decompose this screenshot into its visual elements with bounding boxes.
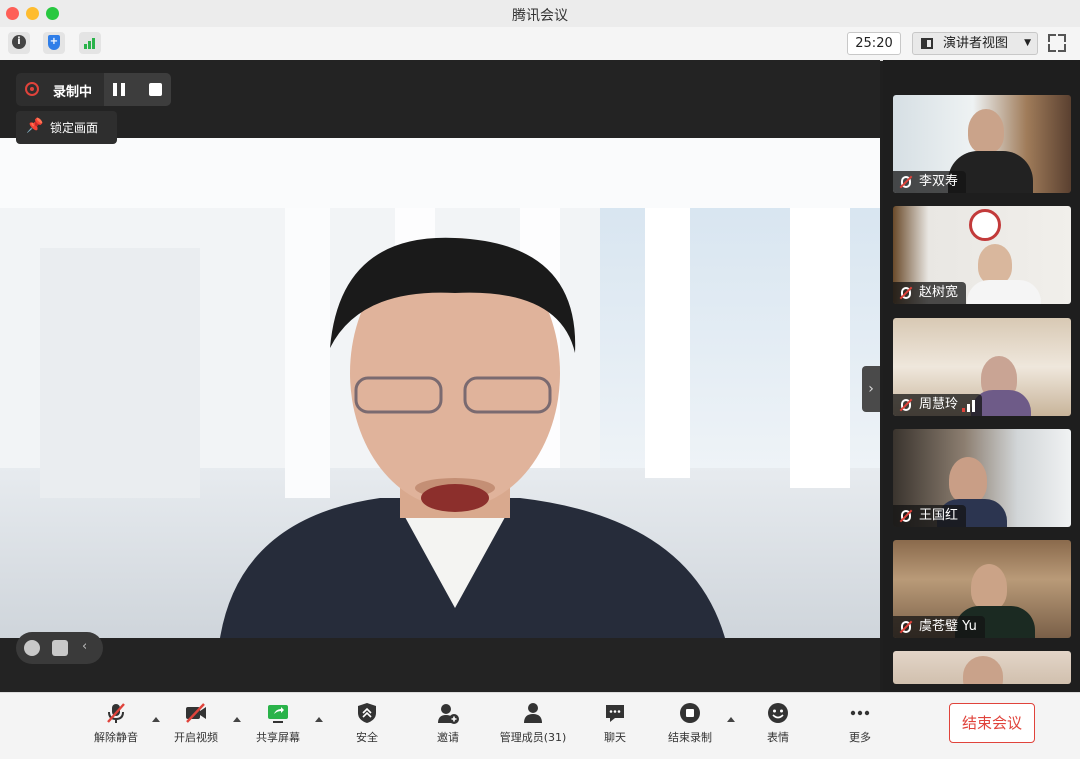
participant-name: 赵树宽 — [893, 282, 967, 304]
mic-muted-icon — [901, 176, 911, 188]
pause-icon[interactable] — [113, 83, 125, 96]
layout-icon — [921, 38, 933, 49]
reactions-button[interactable]: 表情 — [743, 693, 813, 759]
chat-icon — [606, 705, 624, 722]
video-options-caret[interactable] — [233, 717, 241, 722]
mic-muted-icon — [107, 703, 125, 723]
participant-face — [978, 244, 1012, 284]
participant-tile[interactable]: 周慧玲 — [893, 318, 1071, 416]
participant-name: 周慧玲 — [893, 394, 983, 416]
chat-button[interactable]: 聊天 — [580, 693, 650, 759]
recording-label: 录制中 — [53, 85, 93, 100]
invite-icon — [438, 704, 459, 724]
end-meeting-button[interactable]: 结束会议 — [949, 703, 1035, 743]
participant-face — [949, 457, 987, 503]
record-options-caret[interactable] — [727, 717, 735, 722]
audio-options-caret[interactable] — [152, 717, 160, 722]
share-screen-icon — [268, 705, 288, 723]
invite-button[interactable]: 邀请 — [413, 693, 483, 759]
record-dot-icon — [25, 82, 39, 96]
security-label: 安全 — [356, 731, 378, 744]
unmute-button[interactable]: 解除静音 — [81, 693, 151, 759]
emoji-icon[interactable] — [24, 640, 40, 656]
participant-tile[interactable]: 赵树宽 — [893, 206, 1071, 304]
stop-recording-label: 结束录制 — [668, 731, 712, 744]
window-title: 腾讯会议 — [512, 8, 568, 24]
shield-icon[interactable]: + — [43, 32, 65, 54]
security-button[interactable]: 安全 — [332, 693, 402, 759]
start-video-button[interactable]: 开启视频 — [161, 693, 231, 759]
signal-icon[interactable] — [79, 32, 101, 54]
emoji-icon — [768, 703, 788, 723]
chevron-down-icon: ▼ — [1024, 38, 1031, 48]
title-bar: 腾讯会议 — [0, 0, 1080, 28]
view-mode-dropdown[interactable]: 演讲者视图 ▼ — [912, 32, 1038, 55]
recording-controls — [104, 73, 171, 106]
mic-muted-icon — [901, 399, 911, 411]
more-label: 更多 — [849, 731, 871, 744]
mic-muted-icon — [901, 287, 911, 299]
participant-name: 王国红 — [893, 505, 967, 527]
participant-tile[interactable] — [893, 651, 1071, 684]
chat-label: 聊天 — [604, 731, 626, 744]
unmute-label: 解除静音 — [94, 731, 138, 744]
members-icon — [524, 703, 542, 723]
speaker-video-frame — [0, 138, 880, 638]
participant-face — [968, 109, 1004, 153]
video-off-icon — [186, 703, 206, 723]
manage-members-button[interactable]: 管理成员(31) — [497, 693, 569, 759]
pin-view-label: 锁定画面 — [50, 121, 99, 135]
meeting-timer: 25:20 — [847, 32, 901, 55]
speaker-video — [0, 138, 880, 638]
manage-members-label: 管理成员(31) — [499, 731, 567, 744]
share-screen-label: 共享屏幕 — [256, 731, 300, 744]
more-button[interactable]: 更多 — [825, 693, 895, 759]
fullscreen-icon[interactable] — [1048, 34, 1066, 52]
stop-record-icon — [680, 703, 700, 723]
participant-face — [963, 656, 1003, 684]
view-mode-label: 演讲者视图 — [943, 36, 1009, 51]
share-options-caret[interactable] — [315, 717, 323, 722]
participant-sidebar: 李双寿 赵树宽 周慧玲 王国红 虞苍璧 Yu — [883, 60, 1080, 692]
invite-label: 邀请 — [437, 731, 459, 744]
control-bar: 解除静音 开启视频 共享屏幕 安全 邀请 管理成员(31) 聊天 结束录制 表情… — [0, 692, 1080, 759]
stop-icon[interactable] — [149, 83, 162, 96]
recording-indicator: 录制中 — [16, 73, 171, 106]
participant-name: 虞苍璧 Yu — [893, 616, 985, 638]
security-icon — [358, 703, 376, 723]
participant-face — [971, 564, 1007, 610]
mic-muted-icon — [901, 621, 911, 633]
share-screen-button[interactable]: 共享屏幕 — [243, 693, 313, 759]
pin-view-button[interactable]: 📌 锁定画面 — [16, 111, 117, 144]
reactions-label: 表情 — [767, 731, 789, 744]
info-icon[interactable]: i — [8, 32, 30, 54]
chat-bubble-icon[interactable] — [52, 640, 68, 656]
participant-tile[interactable]: 李双寿 — [893, 95, 1071, 193]
collapse-sidebar-button[interactable]: › — [862, 366, 880, 412]
more-icon — [850, 710, 870, 716]
participant-body — [967, 280, 1041, 304]
participant-tile[interactable]: 虞苍璧 Yu — [893, 540, 1071, 638]
start-video-label: 开启视频 — [174, 731, 218, 744]
pin-icon: 📌 — [26, 118, 44, 134]
speaking-indicator-icon — [962, 400, 976, 412]
participant-tile[interactable]: 王国红 — [893, 429, 1071, 527]
wall-clock — [969, 209, 1001, 241]
reaction-bar: ‹ — [16, 632, 103, 664]
participant-name: 李双寿 — [893, 171, 967, 193]
meeting-toolbar: i + 25:20 演讲者视图 ▼ — [0, 27, 1080, 61]
mic-muted-icon — [901, 510, 911, 522]
collapse-left-icon[interactable]: ‹ — [82, 639, 87, 654]
stop-recording-button[interactable]: 结束录制 — [655, 693, 725, 759]
